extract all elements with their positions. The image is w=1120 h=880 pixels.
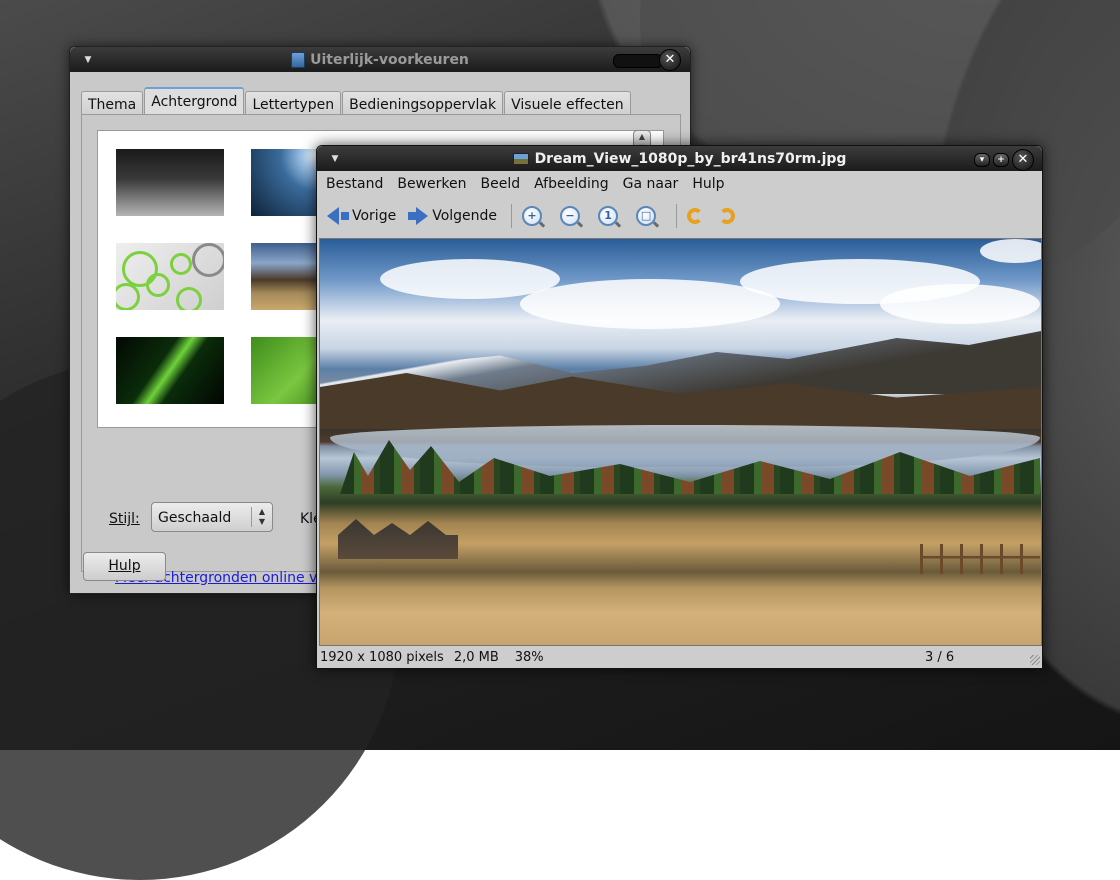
previous-button[interactable]: Vorige <box>327 207 396 225</box>
menu-ga-naar[interactable]: Ga naar <box>623 176 679 192</box>
minimize-maximize-pill[interactable] <box>613 54 663 68</box>
prefs-tab-bar: Thema Achtergrond Lettertypen Bedienings… <box>81 87 632 116</box>
image-viewer-window: ▼ Dream_View_1080p_by_br41ns70rm.jpg ▾ +… <box>316 145 1043 669</box>
image-position: 3 / 6 <box>925 649 955 665</box>
viewer-menubar: Bestand Bewerken Beeld Afbeelding Ga naa… <box>317 172 1042 196</box>
window-menu-icon[interactable]: ▼ <box>329 153 341 165</box>
tab-lettertypen[interactable]: Lettertypen <box>245 91 342 116</box>
image-filesize: 2,0 MB <box>453 649 499 665</box>
fence <box>920 544 1040 574</box>
zoom-fit-icon[interactable]: □ <box>636 206 657 226</box>
houses <box>338 519 458 559</box>
rotate-left-icon[interactable] <box>687 208 704 224</box>
menu-bestand[interactable]: Bestand <box>326 176 383 192</box>
tab-bedieningsoppervlak[interactable]: Bedieningsoppervlak <box>342 91 504 116</box>
zoom-level: 38% <box>514 649 544 665</box>
menu-hulp[interactable]: Hulp <box>692 176 724 192</box>
style-combobox-value: Geschaald <box>158 510 232 526</box>
next-label: Volgende <box>432 208 498 224</box>
viewer-statusbar: 1920 x 1080 pixels 2,0 MB 38% 3 / 6 <box>317 647 1042 667</box>
arrow-left-icon <box>327 207 339 225</box>
window-menu-icon[interactable]: ▼ <box>82 54 94 66</box>
wallpaper-thumb[interactable] <box>116 149 224 216</box>
viewer-titlebar[interactable]: ▼ Dream_View_1080p_by_br41ns70rm.jpg ▾ +… <box>317 146 1042 171</box>
prefs-close-icon[interactable]: ✕ <box>659 49 681 71</box>
prefs-help-button[interactable]: Hulp <box>83 552 166 581</box>
rotate-right-icon[interactable] <box>719 208 736 224</box>
zoom-normal-icon[interactable]: 1 <box>598 206 619 226</box>
resize-grip-icon[interactable] <box>1030 655 1040 665</box>
toolbar-separator <box>511 204 513 228</box>
menu-afbeelding[interactable]: Afbeelding <box>534 176 609 192</box>
combobox-arrows-icon: ▲ ▼ <box>251 507 272 527</box>
tab-thema[interactable]: Thema <box>81 91 144 116</box>
arrow-stem <box>408 212 417 220</box>
toolbar-separator <box>676 204 678 228</box>
style-label: Stijl: <box>109 511 140 527</box>
menu-bewerken[interactable]: Bewerken <box>397 176 466 192</box>
next-button[interactable]: Volgende <box>408 207 497 225</box>
displayed-photo[interactable] <box>319 238 1042 646</box>
minimize-icon[interactable]: ▾ <box>974 153 990 167</box>
tab-visuele-effecten[interactable]: Visuele effecten <box>504 91 631 116</box>
menu-beeld[interactable]: Beeld <box>480 176 520 192</box>
image-file-icon <box>512 152 529 165</box>
viewer-toolbar: Vorige Volgende + − 1 □ <box>317 198 1042 234</box>
prefs-titlebar[interactable]: ▼ Uiterlijk-voorkeuren ✕ <box>70 47 690 72</box>
tab-achtergrond[interactable]: Achtergrond <box>144 87 245 116</box>
image-dimensions: 1920 x 1080 pixels <box>320 649 444 665</box>
viewer-close-icon[interactable]: ✕ <box>1012 149 1034 171</box>
preferences-icon <box>291 51 306 68</box>
arrow-right-icon <box>416 207 429 225</box>
wallpaper-thumb[interactable] <box>116 337 224 404</box>
previous-label: Vorige <box>352 208 397 224</box>
maximize-icon[interactable]: + <box>993 153 1009 167</box>
arrow-stem <box>341 212 349 220</box>
prefs-window-title: Uiterlijk-voorkeuren <box>310 51 469 68</box>
zoom-in-icon[interactable]: + <box>522 206 543 226</box>
viewer-window-title: Dream_View_1080p_by_br41ns70rm.jpg <box>534 150 847 167</box>
zoom-out-icon[interactable]: − <box>560 206 581 226</box>
style-combobox[interactable]: Geschaald ▲ ▼ <box>151 502 273 532</box>
window-controls: ▾ + ✕ <box>974 149 1034 171</box>
wallpaper-thumb[interactable] <box>116 243 224 310</box>
